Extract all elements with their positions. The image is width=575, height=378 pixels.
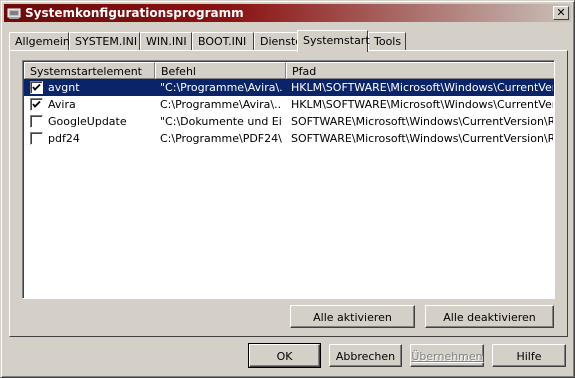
- startup-row[interactable]: avgnt "C:\Programme\Avira\... HKLM\SOFTW…: [24, 79, 554, 96]
- close-button[interactable]: ✕: [553, 6, 569, 20]
- msconfig-window: Systemkonfigurationsprogramm ✕ Allgemein…: [0, 0, 575, 378]
- checkmark-icon: [32, 83, 41, 91]
- startup-command: "C:\Programme\Avira\...: [160, 81, 282, 94]
- apply-button[interactable]: Übernehmen: [410, 344, 484, 367]
- tab-systemstart[interactable]: Systemstart: [297, 30, 370, 52]
- column-header-systemstartelement[interactable]: Systemstartelement: [24, 62, 155, 79]
- startup-checkbox[interactable]: [30, 132, 43, 145]
- startup-path: SOFTWARE\Microsoft\Windows\CurrentVersio…: [291, 132, 553, 145]
- tab-win-ini[interactable]: WIN.INI: [140, 32, 192, 50]
- close-icon: ✕: [556, 6, 566, 19]
- tab-boot-ini[interactable]: BOOT.INI: [192, 32, 254, 50]
- startup-name: Avira: [48, 98, 76, 111]
- tab-allgemein[interactable]: Allgemein: [9, 32, 70, 50]
- startup-row[interactable]: GoogleUpdate "C:\Dokumente und Ei... SOF…: [24, 113, 554, 130]
- startup-name: GoogleUpdate: [48, 115, 127, 128]
- startup-command: "C:\Dokumente und Ei...: [160, 115, 282, 128]
- startup-row[interactable]: pdf24 C:\Programme\PDF24\... SOFTWARE\Mi…: [24, 130, 554, 147]
- startup-path: HKLM\SOFTWARE\Microsoft\Windows\CurrentV…: [291, 98, 553, 111]
- tab-tools[interactable]: Tools: [368, 32, 406, 50]
- column-header-pfad[interactable]: Pfad: [286, 62, 554, 79]
- cancel-button[interactable]: Abbrechen: [329, 344, 402, 367]
- startup-name: pdf24: [48, 132, 80, 145]
- startup-checkbox[interactable]: [30, 98, 43, 111]
- list-header: Systemstartelement Befehl Pfad: [24, 62, 554, 79]
- disable-all-button[interactable]: Alle deaktivieren: [425, 305, 554, 328]
- msconfig-app-icon[interactable]: [7, 6, 21, 20]
- title-bar[interactable]: Systemkonfigurationsprogramm ✕: [4, 4, 571, 22]
- window-title: Systemkonfigurationsprogramm: [25, 6, 244, 20]
- tab-system-ini[interactable]: SYSTEM.INI: [69, 32, 140, 50]
- checkmark-icon: [32, 100, 41, 108]
- enable-all-button[interactable]: Alle aktivieren: [290, 305, 415, 328]
- startup-path: SOFTWARE\Microsoft\Windows\CurrentVersio…: [291, 115, 553, 128]
- startup-name: avgnt: [48, 81, 80, 94]
- startup-path: HKLM\SOFTWARE\Microsoft\Windows\CurrentV…: [291, 81, 553, 94]
- startup-items-list[interactable]: Systemstartelement Befehl Pfad avgnt "C:…: [22, 60, 555, 299]
- startup-checkbox[interactable]: [30, 81, 43, 94]
- systemstart-panel: Systemstartelement Befehl Pfad avgnt "C:…: [9, 50, 568, 337]
- help-button[interactable]: Hilfe: [492, 344, 566, 367]
- column-header-befehl[interactable]: Befehl: [155, 62, 286, 79]
- startup-row[interactable]: Avira C:\Programme\Avira\... HKLM\SOFTWA…: [24, 96, 554, 113]
- startup-checkbox[interactable]: [30, 115, 43, 128]
- startup-command: C:\Programme\Avira\...: [160, 98, 282, 111]
- ok-button[interactable]: OK: [248, 343, 321, 368]
- startup-command: C:\Programme\PDF24\...: [160, 132, 282, 145]
- tab-dienste[interactable]: Dienste: [254, 32, 302, 50]
